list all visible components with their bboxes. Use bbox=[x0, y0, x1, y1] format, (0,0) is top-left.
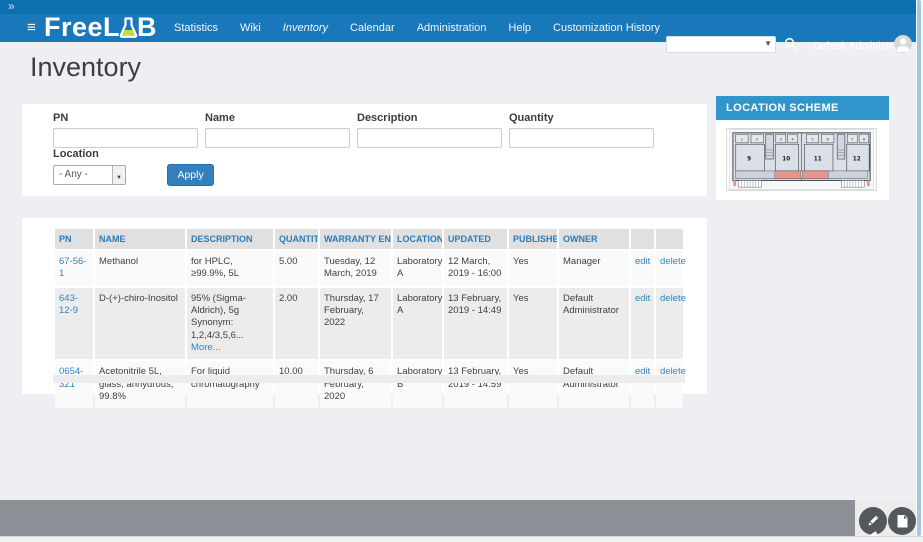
table-header-row: PN NAME DESCRIPTION QUANTITY WARRANTY EN… bbox=[55, 229, 683, 249]
delete-link[interactable]: delete bbox=[660, 293, 686, 304]
nav-wiki[interactable]: Wiki bbox=[229, 14, 272, 42]
pn-filter-label: PN bbox=[53, 112, 69, 124]
room-label: 11 bbox=[814, 156, 822, 162]
col-header-name[interactable]: NAME bbox=[95, 229, 185, 249]
select-arrow-button[interactable]: ▼ bbox=[112, 166, 125, 184]
location-scheme-panel: LOCATION SCHEME 1 2 3 4 5 6 7 8 9 10 11 … bbox=[716, 96, 889, 200]
description-cell: For liquid chromatography bbox=[187, 361, 273, 409]
flask-icon bbox=[119, 17, 138, 38]
updated-cell: 13 February, 2019 - 14:49 bbox=[444, 287, 507, 360]
published-cell: Yes bbox=[509, 287, 557, 360]
more-link[interactable]: More... bbox=[191, 342, 221, 353]
name-cell: Acetonitrile 5L, glass, anhydrous, 99.8% bbox=[95, 361, 185, 409]
description-filter-input[interactable] bbox=[357, 128, 502, 148]
pencil-icon bbox=[868, 515, 879, 526]
nav-administration[interactable]: Administration bbox=[406, 14, 498, 42]
edit-link[interactable]: edit bbox=[635, 256, 650, 267]
chevron-down-icon: ▼ bbox=[116, 175, 122, 181]
location-filter-label: Location bbox=[53, 148, 99, 160]
freelab-logo[interactable]: FreeL B bbox=[44, 10, 157, 44]
location-cell: Laboratory A bbox=[393, 251, 442, 286]
owner-cell: Manager bbox=[559, 251, 629, 286]
room-label: 12 bbox=[853, 156, 861, 162]
warranty-end-cell: Tuesday, 12 March, 2019 bbox=[320, 251, 391, 286]
description-filter-label: Description bbox=[357, 112, 418, 124]
highlighted-area bbox=[774, 170, 801, 179]
description-cell: 95% (Sigma-Aldrich), 5g Synonym: 1,2,4/3… bbox=[187, 287, 273, 360]
col-header-warranty-end[interactable]: WARRANTY END bbox=[320, 229, 391, 249]
table-row: 67-56-1 Methanol for HPLC, ≥99.9%, 5L 5.… bbox=[55, 251, 686, 286]
owner-cell: Default Administrator bbox=[559, 287, 629, 360]
col-header-delete bbox=[656, 229, 683, 249]
delete-link[interactable]: delete bbox=[660, 256, 686, 267]
published-cell: Yes bbox=[509, 251, 557, 286]
col-header-updated[interactable]: UPDATED bbox=[444, 229, 507, 249]
warranty-end-cell: Thursday, 17 February, 2022 bbox=[320, 287, 391, 360]
nav-customization-history[interactable]: Customization History bbox=[542, 14, 671, 42]
quantity-cell: 10.00 bbox=[275, 361, 318, 409]
location-scheme-title: LOCATION SCHEME bbox=[716, 96, 889, 120]
col-header-published[interactable]: PUBLISHED bbox=[509, 229, 557, 249]
nav-inventory[interactable]: Inventory bbox=[272, 14, 339, 42]
scrollbar-thumb[interactable] bbox=[917, 0, 921, 536]
col-header-quantity[interactable]: QUANTITY bbox=[275, 229, 318, 249]
name-cell: D-(+)-chiro-Inositol bbox=[95, 287, 185, 360]
bottom-strip bbox=[0, 536, 923, 542]
name-cell: Methanol bbox=[95, 251, 185, 286]
chevron-down-icon[interactable]: ▼ bbox=[764, 39, 772, 48]
expand-panel-icon[interactable]: » bbox=[8, 0, 15, 13]
document-icon bbox=[897, 514, 908, 527]
empty-row-stripe bbox=[53, 375, 685, 383]
pn-link[interactable]: 643-12-9 bbox=[59, 293, 78, 316]
col-header-description[interactable]: DESCRIPTION bbox=[187, 229, 273, 249]
main-navbar: ≡ FreeL B Statistics Wiki Inventory Calen… bbox=[0, 12, 916, 53]
quantity-filter-input[interactable] bbox=[509, 128, 654, 148]
vertical-scrollbar[interactable] bbox=[916, 0, 923, 536]
col-header-owner[interactable]: OWNER bbox=[559, 229, 629, 249]
header-search-combobox[interactable]: ▼ bbox=[666, 36, 776, 53]
quantity-cell: 2.00 bbox=[275, 287, 318, 360]
highlighted-area bbox=[802, 170, 829, 179]
inventory-table-panel: PN NAME DESCRIPTION QUANTITY WARRANTY EN… bbox=[22, 218, 707, 409]
room-label: 10 bbox=[782, 156, 790, 162]
col-header-edit bbox=[631, 229, 654, 249]
location-select[interactable]: - Any - ▼ bbox=[53, 165, 126, 185]
page-title: Inventory bbox=[30, 52, 142, 82]
table-row: 0654-321 Acetonitrile 5L, glass, anhydro… bbox=[55, 361, 686, 409]
updated-cell: 12 March, 2019 - 16:00 bbox=[444, 251, 507, 286]
pn-link[interactable]: 67-56-1 bbox=[59, 256, 86, 279]
updated-cell: 13 February, 2019 - 14:59 bbox=[444, 361, 507, 409]
edit-link[interactable]: edit bbox=[635, 293, 650, 304]
name-filter-input[interactable] bbox=[205, 128, 350, 148]
nav-help[interactable]: Help bbox=[497, 14, 542, 42]
avatar[interactable] bbox=[894, 35, 912, 53]
new-document-fab[interactable] bbox=[888, 507, 916, 535]
name-filter-label: Name bbox=[205, 112, 235, 124]
col-header-location[interactable]: LOCATION bbox=[393, 229, 442, 249]
quantity-cell: 5.00 bbox=[275, 251, 318, 286]
col-header-pn[interactable]: PN bbox=[55, 229, 93, 249]
filter-panel: PN Name Description Quantity Location - … bbox=[22, 104, 707, 196]
location-cell: Laboratory A bbox=[393, 287, 442, 360]
person-icon bbox=[896, 38, 910, 52]
location-cell: Laboratory B bbox=[393, 361, 442, 409]
pn-filter-input[interactable] bbox=[53, 128, 198, 148]
room-label: 9 bbox=[747, 156, 751, 162]
floorplan-image[interactable]: 1 2 3 4 5 6 7 8 9 10 11 12 bbox=[726, 128, 877, 191]
table-row: 643-12-9 D-(+)-chiro-Inositol 95% (Sigma… bbox=[55, 287, 686, 360]
warranty-end-cell: Thursday, 6 February, 2020 bbox=[320, 361, 391, 409]
search-icon[interactable] bbox=[784, 37, 797, 50]
owner-cell: Default Administrator bbox=[559, 361, 629, 409]
nav-calendar[interactable]: Calendar bbox=[339, 14, 406, 42]
footer-bar bbox=[0, 500, 916, 536]
description-cell: for HPLC, ≥99.9%, 5L bbox=[187, 251, 273, 286]
apply-button[interactable]: Apply bbox=[167, 164, 214, 186]
quantity-filter-label: Quantity bbox=[509, 112, 554, 124]
nav-statistics[interactable]: Statistics bbox=[163, 14, 229, 42]
published-cell: Yes bbox=[509, 361, 557, 409]
hamburger-menu-icon[interactable]: ≡ bbox=[27, 19, 36, 37]
main-nav: Statistics Wiki Inventory Calendar Admin… bbox=[163, 14, 671, 42]
